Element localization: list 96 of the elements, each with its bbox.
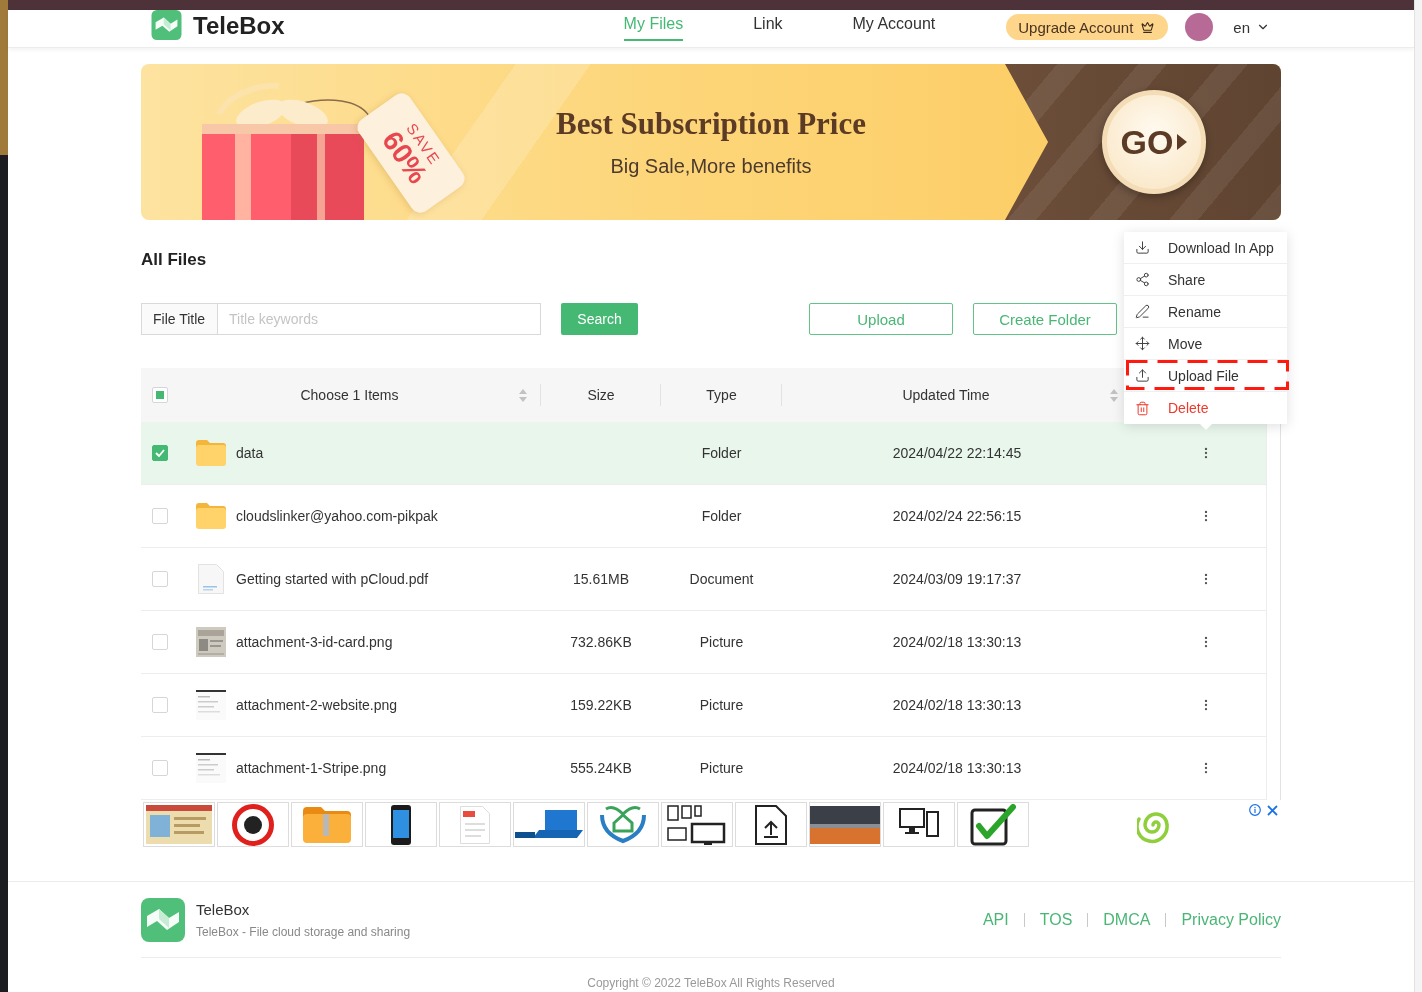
trash-icon — [1135, 400, 1150, 416]
ad-tile[interactable] — [439, 802, 511, 847]
menu-item[interactable]: Delete — [1124, 392, 1287, 424]
nav-link[interactable]: Link — [753, 10, 783, 41]
caret-right-icon — [1177, 134, 1188, 150]
move-icon — [1135, 336, 1150, 351]
page-scrollbar[interactable] — [1414, 0, 1422, 992]
column-header: Updated Time — [901, 387, 991, 403]
info-icon[interactable] — [1249, 804, 1261, 816]
ad-tile[interactable] — [217, 802, 289, 847]
ad-tile[interactable] — [735, 802, 807, 847]
document-icon — [460, 805, 490, 844]
column-header: Choose 1 Items — [299, 387, 400, 403]
ad-tile[interactable] — [809, 802, 881, 847]
upgrade-button[interactable]: Upgrade Account — [1006, 14, 1169, 40]
search-field[interactable]: Title keywords — [218, 303, 541, 335]
ad-tile[interactable] — [143, 802, 215, 847]
footer-brand: TeleBox — [196, 901, 251, 919]
go-button[interactable]: GO — [1102, 90, 1206, 194]
copyright-text: Copyright © 2022 TeleBox All Rights Reserved — [586, 975, 836, 990]
ad-tile[interactable] — [883, 802, 955, 847]
phone-icon — [391, 804, 411, 845]
checkmark-icon — [970, 803, 1016, 846]
file-type: Picture — [699, 760, 744, 776]
updated-time: 2024/02/24 22:56:15 — [892, 508, 1022, 524]
section-title: All Files — [141, 250, 207, 270]
file-name[interactable]: Getting started with pCloud.pdf — [236, 571, 429, 587]
target-icon — [232, 803, 274, 846]
menu-item[interactable]: Download In App — [1124, 232, 1287, 264]
file-name[interactable]: attachment-1-Stripe.png — [236, 760, 387, 776]
logo-icon[interactable] — [141, 898, 185, 942]
upload-icon — [1135, 368, 1150, 383]
file-type: Picture — [699, 634, 744, 650]
updated-time: 2024/02/18 13:30:13 — [892, 634, 1022, 650]
file-size: 732.86KB — [570, 634, 632, 650]
file-name[interactable]: cloudslinker@yahoo.com-pikpak — [236, 508, 438, 524]
ad-tile[interactable] — [513, 802, 585, 847]
menu-item[interactable]: Upload File — [1124, 360, 1287, 392]
file-name[interactable]: data — [236, 445, 264, 461]
footer-tagline: TeleBox - File cloud storage and sharing — [196, 925, 411, 939]
row-checkbox[interactable] — [152, 508, 168, 524]
image-thumbnail — [196, 627, 226, 657]
menu-item[interactable]: Move — [1124, 328, 1287, 360]
id-card-icon — [146, 805, 212, 844]
updated-time: 2024/03/09 19:17:37 — [892, 571, 1022, 587]
photo-placeholder — [810, 805, 880, 844]
file-type: Picture — [699, 697, 744, 713]
laptop-icon — [515, 809, 583, 840]
folder-icon — [196, 503, 226, 529]
updated-time: 2024/02/18 13:30:13 — [892, 760, 1022, 776]
file-type: Folder — [701, 445, 742, 461]
devices-icon — [666, 803, 728, 846]
table-scrollbar[interactable] — [1266, 422, 1281, 800]
menu-item[interactable]: Rename — [1124, 296, 1287, 328]
file-size: 15.61MB — [572, 571, 629, 587]
select-all-checkbox[interactable] — [152, 387, 168, 403]
file-upload-icon — [755, 804, 787, 845]
field-label: File Title — [141, 303, 218, 335]
updated-time: 2024/04/22 22:14:45 — [892, 445, 1022, 461]
pen-icon — [1135, 304, 1150, 319]
user-avatar[interactable] — [1185, 13, 1214, 41]
banner-subtitle: Big Sale,More benefits — [610, 154, 812, 178]
file-name[interactable]: attachment-3-id-card.png — [236, 634, 393, 650]
ad-tile[interactable] — [661, 802, 733, 847]
file-name[interactable]: attachment-2-website.png — [236, 697, 398, 713]
file-type: Document — [689, 571, 754, 587]
row-checkbox[interactable] — [152, 634, 168, 650]
file-size: 159.22KB — [570, 697, 632, 713]
crown-icon — [1141, 20, 1155, 34]
document-icon — [198, 564, 224, 594]
ad-tile[interactable] — [365, 802, 437, 847]
folder-icon — [303, 806, 351, 843]
column-header: Type — [705, 387, 738, 403]
row-checkbox[interactable] — [152, 445, 168, 461]
indeterminate-icon — [156, 391, 164, 399]
banner-title: Best Subscription Price — [556, 106, 866, 142]
language-selector[interactable]: en — [1233, 18, 1270, 36]
checkmark-icon — [155, 449, 165, 457]
file-size: 555.24KB — [570, 760, 632, 776]
table-row[interactable]: data Folder 2024/04/22 22:14:45 — [141, 422, 1266, 485]
ad-tile[interactable] — [587, 802, 659, 847]
menu-item[interactable]: Share — [1124, 264, 1287, 296]
ad-tile[interactable] — [291, 802, 363, 847]
row-checkbox[interactable] — [152, 697, 168, 713]
logo-text[interactable]: TeleBox — [193, 12, 285, 40]
row-checkbox[interactable] — [152, 760, 168, 776]
ad-tile[interactable] — [957, 802, 1029, 847]
share-icon — [1135, 272, 1150, 287]
row-checkbox[interactable] — [152, 571, 168, 587]
updated-time: 2024/02/18 13:30:13 — [892, 697, 1022, 713]
file-type: Folder — [701, 508, 742, 524]
column-header: Size — [586, 387, 616, 403]
close-icon[interactable] — [1267, 804, 1278, 816]
download-icon — [1135, 240, 1150, 255]
folder-icon — [196, 440, 226, 466]
nav-link[interactable]: My Account — [852, 10, 936, 41]
